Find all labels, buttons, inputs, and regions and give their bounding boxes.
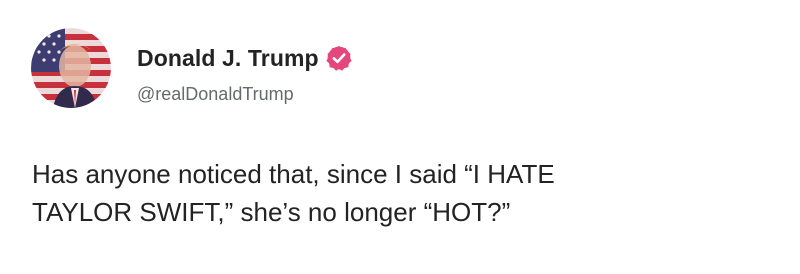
post-card: Donald J. Trump @realDonaldTrump Has any… xyxy=(0,0,800,274)
avatar-image xyxy=(31,28,111,108)
author-display-name[interactable]: Donald J. Trump xyxy=(137,45,319,72)
post-text-line: TAYLOR SWIFT,” she’s no longer “HOT?” xyxy=(32,197,511,227)
post-text-line: Has anyone noticed that, since I said “I… xyxy=(32,159,555,189)
author-avatar[interactable] xyxy=(31,28,111,108)
author-handle[interactable]: @realDonaldTrump xyxy=(137,84,294,105)
post-body-text: Has anyone noticed that, since I said “I… xyxy=(32,155,772,231)
verified-badge-icon xyxy=(326,45,352,71)
author-name-row: Donald J. Trump xyxy=(137,40,352,76)
